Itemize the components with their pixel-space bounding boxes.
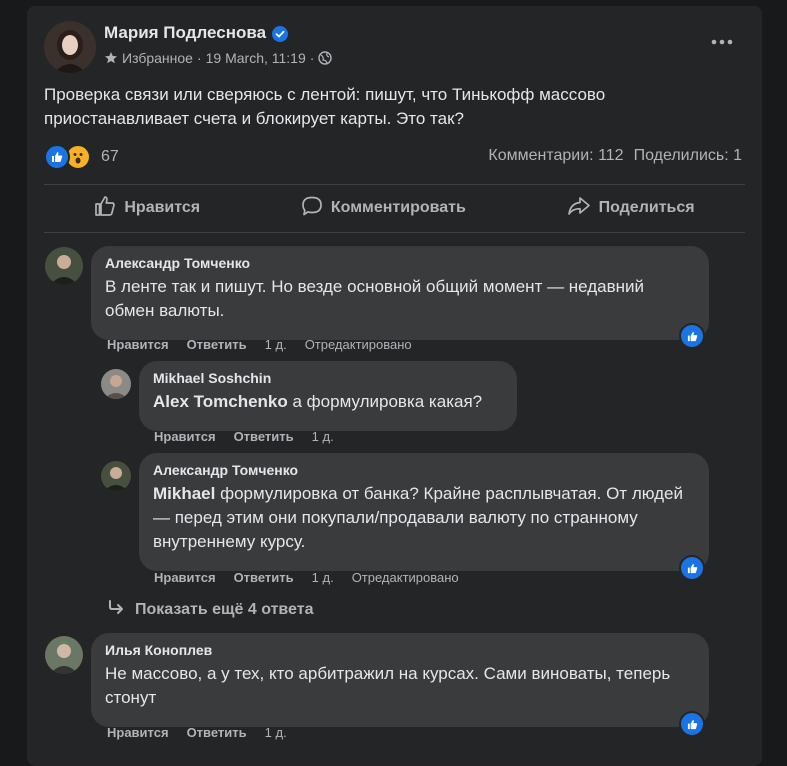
verified-badge-icon xyxy=(272,25,289,42)
reactions-summary[interactable]: 67 xyxy=(44,144,119,170)
shares-count[interactable]: Поделились: 1 xyxy=(634,147,742,164)
reply-like-button[interactable]: Нравится xyxy=(154,429,216,444)
comment-bubble: Илья Коноплев Не массово, а у тех, кто а… xyxy=(91,633,709,727)
commenter-avatar[interactable] xyxy=(101,369,131,399)
comments-count[interactable]: Комментарии: 112 xyxy=(488,147,623,164)
comment-text: Не массово, а у тех, кто арбитражил на к… xyxy=(105,664,671,707)
comment-like-button[interactable]: Нравится xyxy=(107,337,169,352)
author-avatar[interactable] xyxy=(44,21,96,73)
reply-reply-button[interactable]: Ответить xyxy=(234,570,294,585)
comment-edited: Отредактировано xyxy=(304,337,412,352)
show-more-replies[interactable]: Показать ещё 4 ответа xyxy=(107,599,313,620)
globe-icon xyxy=(318,51,333,65)
comment-like-button[interactable]: Нравится xyxy=(107,725,169,740)
comment-author[interactable]: Александр Томченко xyxy=(105,255,695,271)
commenter-avatar[interactable] xyxy=(45,636,83,674)
comment-actions: Нравится Ответить 1 д. Отредактировано xyxy=(107,337,412,352)
like-button[interactable]: Нравится xyxy=(94,195,200,222)
commenter-avatar[interactable] xyxy=(101,461,131,491)
post-actions: Нравится Комментировать Поделиться xyxy=(44,188,745,228)
like-reaction-icon[interactable] xyxy=(679,323,705,349)
comment-text: В ленте так и пишут. Но везде основной о… xyxy=(105,277,645,320)
show-more-label: Показать ещё 4 ответа xyxy=(135,600,314,618)
comment-actions: Нравится Ответить 1 д. xyxy=(107,725,287,740)
audience-label[interactable]: Избранное xyxy=(122,50,193,66)
post-meta: Избранное · 19 March, 11:19 · xyxy=(104,50,333,66)
post-date[interactable]: 19 March, 11:19 xyxy=(206,50,306,66)
reply-actions: Нравится Ответить 1 д. xyxy=(154,429,334,444)
post-card: Мария Подлеснова Избранное · 19 March, 1… xyxy=(27,6,762,766)
reply-time[interactable]: 1 д. xyxy=(312,570,334,585)
comment-icon xyxy=(301,195,323,222)
comment-button[interactable]: Комментировать xyxy=(301,195,466,222)
reply-time[interactable]: 1 д. xyxy=(312,429,334,444)
comment-reply-button[interactable]: Ответить xyxy=(187,337,247,352)
meta-separator: · xyxy=(196,50,202,66)
reply-text: Alex Tomchenko а формулировка какая? xyxy=(153,390,503,414)
author-name[interactable]: Мария Подлеснова xyxy=(104,23,289,43)
reaction-count: 67 xyxy=(101,148,119,165)
post-text: Проверка связи или сверяюсь с лентой: пи… xyxy=(44,85,606,128)
comment-author[interactable]: Илья Коноплев xyxy=(105,642,695,658)
reply-body: а формулировка какая? xyxy=(287,392,483,411)
reply-arrow-icon xyxy=(107,599,125,620)
reply-author[interactable]: Mikhael Soshchin xyxy=(153,370,503,386)
thumbs-up-icon xyxy=(94,195,116,222)
comment-time[interactable]: 1 д. xyxy=(265,725,287,740)
like-reaction-icon[interactable] xyxy=(679,711,705,737)
meta-separator-2: · xyxy=(309,50,315,66)
commenter-avatar[interactable] xyxy=(45,247,83,285)
post-stats: Комментарии: 112 Поделились: 1 xyxy=(488,147,742,165)
like-reaction-icon xyxy=(44,144,70,170)
comment-label: Комментировать xyxy=(330,199,466,216)
comment-bubble: Александр Томченко В ленте так и пишут. … xyxy=(91,246,709,340)
reply-body: формулировка от банка? Крайне расплывчат… xyxy=(153,484,683,551)
divider-2 xyxy=(44,232,745,233)
mention-link[interactable]: Alex Tomchenko xyxy=(153,392,288,411)
reply-actions: Нравится Ответить 1 д. Отредактировано xyxy=(154,570,459,585)
reply-like-button[interactable]: Нравится xyxy=(154,570,216,585)
reply-edited: Отредактировано xyxy=(351,570,459,585)
reply-bubble: Mikhael Soshchin Alex Tomchenko а формул… xyxy=(139,361,517,431)
reply-reply-button[interactable]: Ответить xyxy=(234,429,294,444)
more-icon[interactable] xyxy=(706,30,738,54)
reply-bubble: Александр Томченко Mikhael формулировка … xyxy=(139,453,709,571)
divider xyxy=(44,184,745,185)
star-icon xyxy=(104,51,118,65)
mention-link[interactable]: Mikhael xyxy=(153,484,215,503)
comment-time[interactable]: 1 д. xyxy=(265,337,287,352)
comment-reply-button[interactable]: Ответить xyxy=(187,725,247,740)
share-button[interactable]: Поделиться xyxy=(567,195,695,222)
reply-author[interactable]: Александр Томченко xyxy=(153,462,695,478)
share-label: Поделиться xyxy=(598,199,695,216)
share-icon xyxy=(567,195,591,222)
reply-text: Mikhael формулировка от банка? Крайне ра… xyxy=(153,482,695,554)
like-reaction-icon[interactable] xyxy=(679,555,705,581)
like-label: Нравится xyxy=(124,199,201,216)
